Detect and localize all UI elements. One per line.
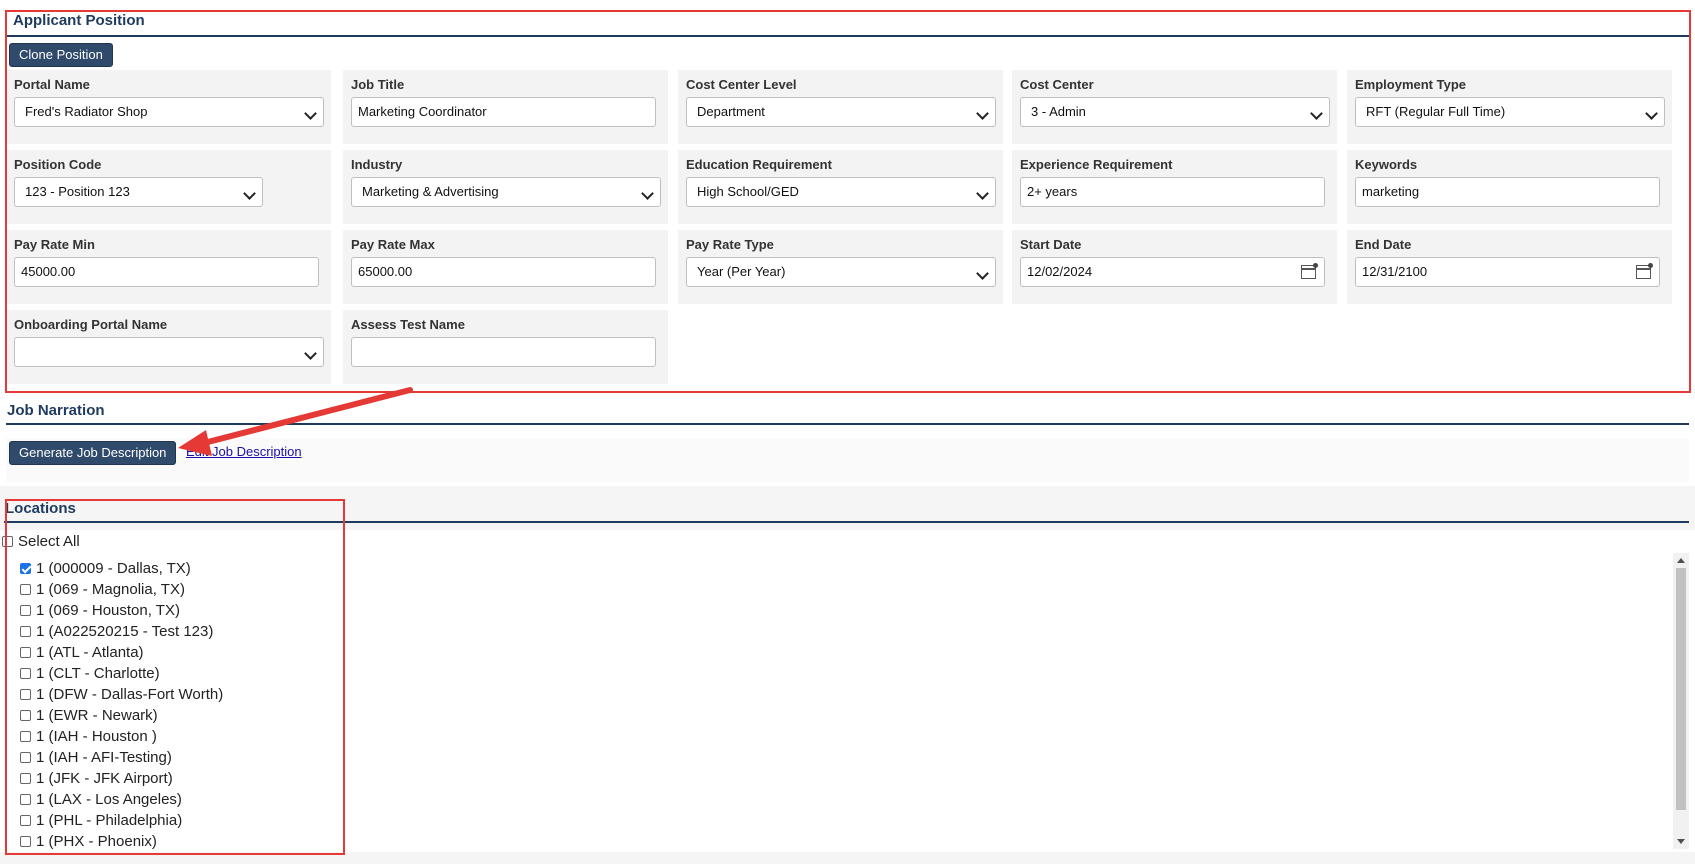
edit-job-description-link[interactable]: Edit Job Description: [186, 444, 302, 459]
scroll-up-arrow-icon[interactable]: [1677, 558, 1685, 563]
section-divider: [6, 423, 1689, 425]
annotation-box-locations: [5, 499, 345, 855]
job-narration-title: Job Narration: [7, 402, 105, 419]
scroll-down-arrow-icon[interactable]: [1677, 839, 1685, 844]
scrollbar-thumb[interactable]: [1676, 568, 1686, 810]
generate-job-description-button[interactable]: Generate Job Description: [9, 441, 177, 465]
annotation-box-applicant-position: [5, 10, 1691, 393]
